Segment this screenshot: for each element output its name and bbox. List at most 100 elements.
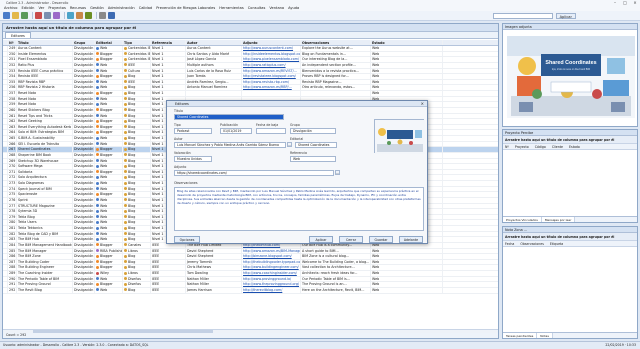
filter-icon[interactable] <box>53 12 60 19</box>
projects-group-header[interactable]: Arrastre hasta aquí un título de columna… <box>503 136 637 144</box>
observaciones-field[interactable]: Blog de sites relacionados con Revit y B… <box>174 187 424 231</box>
table-cell: Nivel 1 <box>151 85 186 90</box>
table-cell: 273 <box>8 181 17 186</box>
search-input[interactable] <box>492 12 553 19</box>
menu-item[interactable]: Consultas <box>248 6 266 10</box>
delete-icon[interactable] <box>35 12 42 19</box>
col-proyecto[interactable]: Proyecto <box>513 144 529 149</box>
cell-text: Sprint <box>18 197 28 202</box>
menu-item[interactable]: Ver <box>38 6 44 10</box>
col-cliente[interactable]: Cliente <box>550 144 563 149</box>
menu-item[interactable]: Ventana <box>269 6 284 10</box>
notes-group-header[interactable]: Arrastre hasta aquí un título de columna… <box>503 233 637 241</box>
table-cell: Blog <box>123 124 151 130</box>
cell-text: Divulgación <box>74 203 94 208</box>
column-header[interactable]: Estado <box>371 40 443 45</box>
cell-text: Blog <box>128 169 136 174</box>
tab-mensajes[interactable]: Mensajes por leer <box>541 217 576 222</box>
help-icon[interactable] <box>108 12 115 19</box>
menu-item[interactable]: Archivo <box>4 6 17 10</box>
editorial-icon <box>96 52 99 56</box>
settings-icon[interactable] <box>99 12 106 19</box>
table-cell: 251 <box>8 57 17 62</box>
menu-item[interactable]: Administración <box>108 6 135 10</box>
menu-item[interactable]: Ayuda <box>288 6 299 10</box>
referencia-field[interactable]: Web <box>290 156 336 162</box>
menu-item[interactable]: Prevención de Riesgos Laborales <box>156 6 215 10</box>
column-header[interactable]: Título <box>17 40 73 45</box>
table-cell: Blog <box>123 203 151 209</box>
grupo-select[interactable]: Divulgación <box>290 128 336 134</box>
table-cell: Spacieroste <box>17 192 73 197</box>
table-cell: Blog <box>123 85 151 90</box>
label-referencia: Referencia <box>290 151 307 155</box>
titulo-field[interactable]: Shared Coordinates <box>174 114 284 120</box>
next-dialog-button[interactable]: Adelante <box>399 236 423 243</box>
menu-item[interactable]: Recursos <box>70 6 86 10</box>
menu-item[interactable]: Calidad <box>139 6 152 10</box>
close-dialog-button[interactable]: Cerrar <box>339 236 363 243</box>
publicacion-field[interactable]: 01/01/2019 <box>220 128 252 134</box>
open-icon[interactable] <box>12 12 19 19</box>
autor-field[interactable]: Luis Manuel Sánchez y Pablo Medina Anés … <box>174 142 286 148</box>
table-cell: The BIM Zone <box>17 254 73 259</box>
table-row[interactable]: 292 The Revit Blog Divulgación Web Blog IEEE J… <box>3 287 498 294</box>
fecha-baja-field[interactable] <box>256 128 286 134</box>
table-cell: 267 <box>8 147 17 152</box>
col-estado[interactable]: Estado <box>567 144 580 149</box>
tab-notas[interactable]: Notas <box>537 333 553 338</box>
cell-text: Divulgación <box>74 175 94 180</box>
apply-dialog-button[interactable]: Aplicar <box>309 236 333 243</box>
print-icon[interactable] <box>44 12 51 19</box>
tipo-select[interactable]: Podcast <box>174 128 212 134</box>
menu-item[interactable]: Gestión <box>90 6 104 10</box>
export-icon[interactable] <box>76 12 83 19</box>
tab-editores[interactable]: Editores <box>5 32 31 38</box>
tab-tareas[interactable]: Tareas pendientes <box>503 333 538 338</box>
cell-text: Bienvenidos a la revista practica... <box>302 68 359 73</box>
column-header[interactable]: Autor <box>186 40 242 45</box>
column-header[interactable]: Grupo <box>73 40 95 45</box>
column-header[interactable]: Adjunto <box>242 40 301 45</box>
column-header[interactable]: Referencia <box>151 40 186 45</box>
column-header[interactable]: Nº <box>8 40 17 45</box>
close-icon[interactable]: × <box>421 101 424 107</box>
cell-text: Blog <box>128 74 136 79</box>
table-cell: http://insideelementos.blogspot.com/ <box>242 51 301 57</box>
editorial-field[interactable]: Shared Coordinates <box>295 142 337 148</box>
cell-text: The Proving Ground <box>18 282 51 287</box>
menu-item[interactable]: Herramientas <box>219 6 243 10</box>
adjunto-field[interactable]: https://sharedcoordinates.com/ <box>174 170 334 176</box>
column-header[interactable]: Editorial <box>95 40 123 45</box>
adjunto-browse-button[interactable]: … <box>335 170 340 175</box>
options-button[interactable]: Opciones <box>174 236 200 243</box>
col-observaciones[interactable]: Observaciones <box>518 241 544 246</box>
table-cell: Web <box>95 276 123 282</box>
menu-item[interactable]: Proyectos <box>48 6 66 10</box>
col-etiqueta[interactable]: Etiqueta <box>548 241 563 246</box>
autor-browse-button[interactable]: … <box>287 142 292 147</box>
col-no[interactable]: Nº <box>503 144 509 149</box>
cell-text: Blogger <box>100 147 113 152</box>
table-cell: Reset Nota <box>17 91 73 96</box>
excel-icon[interactable] <box>85 12 92 19</box>
table-cell: 255 <box>8 79 17 85</box>
valoracion-select[interactable]: Muestra Unidas <box>174 156 212 162</box>
table-cell: 265 <box>8 136 17 141</box>
save-dialog-button[interactable]: Guardar <box>369 236 393 243</box>
group-by-header[interactable]: Arrastre hasta aquí un título de columna… <box>3 24 498 32</box>
save-icon[interactable] <box>21 12 28 19</box>
cell-text: Web <box>100 85 108 90</box>
column-header[interactable]: Tipo <box>123 40 151 45</box>
col-codigo[interactable]: Código <box>533 144 546 149</box>
column-header[interactable]: Observaciones <box>301 40 371 45</box>
tab-proyectos-vinculados[interactable]: Proyectos Vinculados <box>503 217 542 222</box>
menu-item[interactable]: Edición <box>21 6 34 10</box>
col-fecha[interactable]: Fecha <box>503 241 514 246</box>
new-icon[interactable] <box>3 12 10 19</box>
table-cell: Web <box>371 265 443 270</box>
type-icon <box>124 69 127 72</box>
refresh-icon[interactable] <box>67 12 74 19</box>
apply-button[interactable]: Aplicar <box>555 12 576 19</box>
cell-text: Blog <box>128 237 136 242</box>
